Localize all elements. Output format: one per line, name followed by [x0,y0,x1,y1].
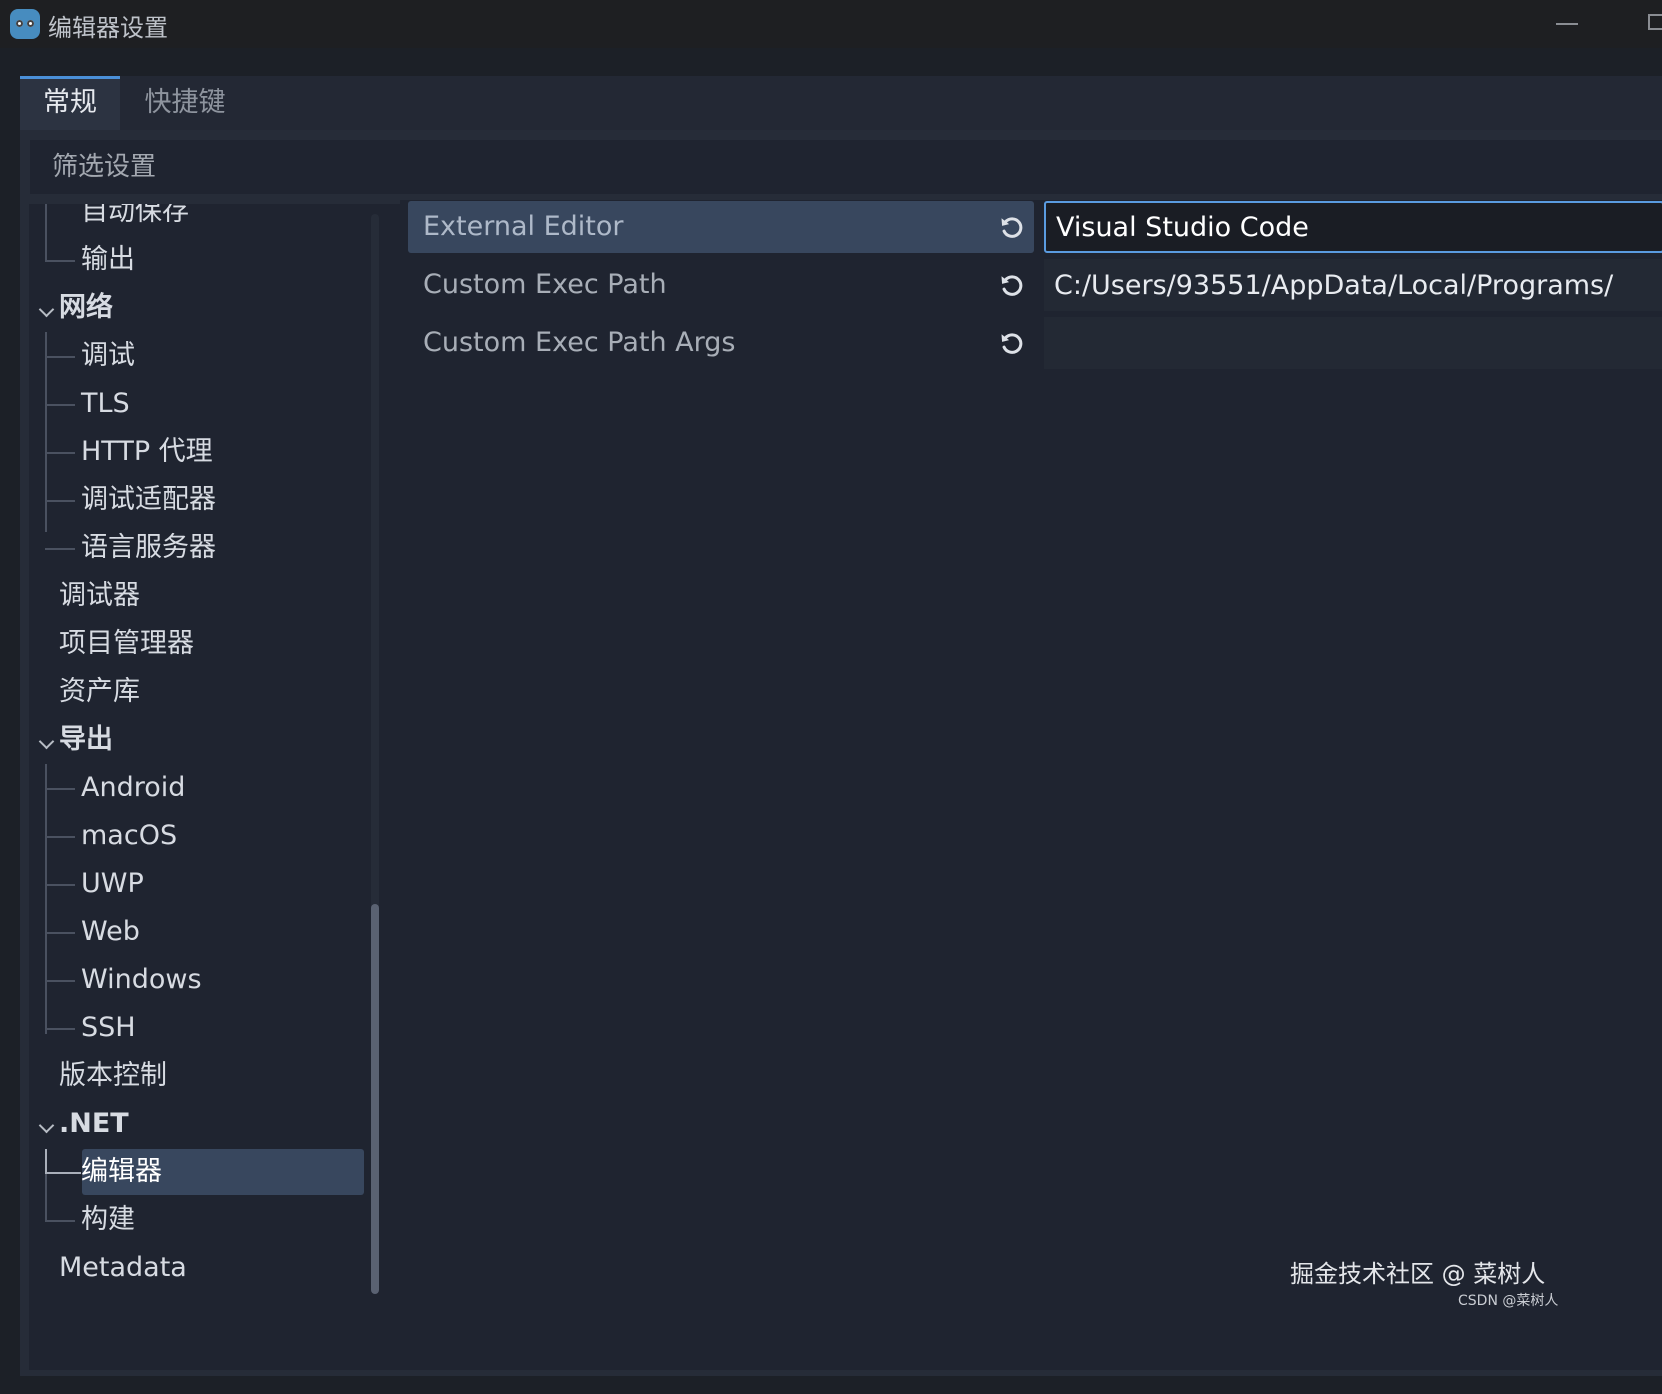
tree-item-label: 导出 [59,724,113,755]
tree-item-label: 调试适配器 [81,484,216,515]
property-row-custom-exec-path-args[interactable]: Custom Exec Path Args [408,317,1662,369]
tree-item-output[interactable]: 输出 [29,236,389,284]
tree-item-uwp[interactable]: UWP [29,860,389,908]
settings-category-tree: 自动保存 输出 网络 调试 TLS HTTP 代理 调试适配器 语言服务器 调试… [29,204,408,1370]
tree-scrollbar-thumb[interactable] [371,904,379,1294]
tree-item-label: 自动保存 [81,204,189,227]
tree-item-label: TLS [81,388,130,419]
tree-item-http-proxy[interactable]: HTTP 代理 [29,428,389,476]
tree-item-label: Web [81,916,140,947]
tree-item-dotnet[interactable]: .NET [29,1100,389,1148]
tree-item-label: Android [81,772,186,803]
property-row-custom-exec-path[interactable]: Custom Exec Path [408,259,1662,311]
property-name: Custom Exec Path [423,269,667,300]
tree-item-label: 编辑器 [81,1156,162,1187]
tree-item-auto-save[interactable]: 自动保存 [29,204,389,236]
tree-item-web[interactable]: Web [29,908,389,956]
tree-item-language-server[interactable]: 语言服务器 [29,524,389,572]
tree-item-network[interactable]: 网络 [29,284,389,332]
filter-bar [30,140,1662,194]
tree-item-asset-library[interactable]: 资产库 [29,668,389,716]
tree-item-label: 调试 [81,340,135,371]
tree-item-label: 输出 [81,244,135,275]
tree-item-label: Metadata [59,1252,187,1283]
tab-general[interactable]: 常规 [20,76,120,130]
minimize-icon[interactable] [1556,23,1578,25]
chevron-down-icon[interactable] [38,733,55,750]
external-editor-dropdown[interactable] [1044,201,1662,253]
revert-icon[interactable] [998,271,1026,299]
property-inspector: External Editor Custom Exec Path Custom … [400,200,1662,1370]
window-title: 编辑器设置 [48,14,168,42]
tree-item-debugger[interactable]: 调试器 [29,572,389,620]
editor-settings-dialog: 常规 快捷键 自动保存 输出 [20,76,1662,1376]
tree-item-label: 构建 [81,1204,135,1235]
godot-logo-icon [10,9,40,39]
tree-item-build[interactable]: 构建 [29,1196,389,1244]
tree-item-label: 网络 [59,292,113,323]
external-editor-value[interactable] [1046,203,1662,251]
revert-icon[interactable] [998,213,1026,241]
tab-bar: 常规 快捷键 [20,76,1662,130]
tree-item-project-manager[interactable]: 项目管理器 [29,620,389,668]
custom-exec-path-field[interactable] [1044,259,1662,311]
tree-item-label: 资产库 [59,676,140,707]
watermark-text: 掘金技术社区 @ 菜树人 [1290,1260,1546,1288]
tree-item-metadata[interactable]: Metadata [29,1244,389,1292]
tree-item-tls[interactable]: TLS [29,380,389,428]
custom-exec-path-args-input[interactable] [1044,317,1662,369]
custom-exec-path-args-field[interactable] [1044,317,1662,369]
property-row-external-editor[interactable]: External Editor [408,201,1662,253]
tree-item-export[interactable]: 导出 [29,716,389,764]
tree-item-debug-adapter[interactable]: 调试适配器 [29,476,389,524]
chevron-down-icon[interactable] [38,301,55,318]
tree-item-windows[interactable]: Windows [29,956,389,1004]
tree-item-label: UWP [81,868,144,899]
tree-item-label: macOS [81,820,178,851]
tree-item-ssh[interactable]: SSH [29,1004,389,1052]
watermark-small-text: CSDN @菜树人 [1458,1293,1559,1309]
tree-item-version-control[interactable]: 版本控制 [29,1052,389,1100]
tree-item-label: 语言服务器 [81,532,216,563]
chevron-down-icon[interactable] [38,1117,55,1134]
tree-item-macos[interactable]: macOS [29,812,389,860]
maximize-icon[interactable] [1648,14,1662,30]
tree-item-debug[interactable]: 调试 [29,332,389,380]
tree-item-label: 项目管理器 [59,628,194,659]
tree-item-android[interactable]: Android [29,764,389,812]
tree-item-label: 调试器 [59,580,140,611]
tree-item-label: 版本控制 [59,1060,167,1091]
window-titlebar: 编辑器设置 [0,0,1662,48]
tree-item-label: HTTP 代理 [81,436,213,467]
revert-icon[interactable] [998,329,1026,357]
tab-shortcuts[interactable]: 快捷键 [135,76,235,130]
tree-item-label: .NET [59,1108,129,1139]
tree-item-label: Windows [81,964,202,995]
tree-item-label: SSH [81,1012,136,1043]
filter-settings-input[interactable] [30,140,1662,194]
property-name: Custom Exec Path Args [423,327,736,358]
property-name: External Editor [423,211,624,242]
custom-exec-path-input[interactable] [1044,259,1662,311]
tree-item-editor[interactable]: 编辑器 [29,1148,389,1196]
